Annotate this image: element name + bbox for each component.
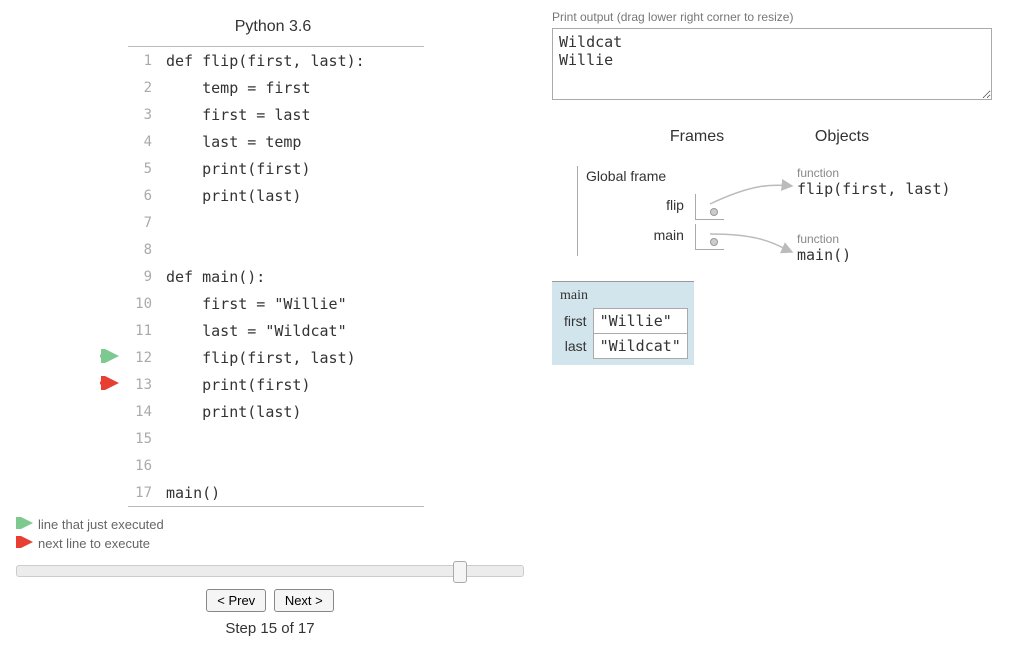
step-label: Step 15 of 17 <box>8 620 532 637</box>
pointer-dot-icon <box>710 208 718 216</box>
code-line: 4 last = temp <box>128 128 424 155</box>
code-line: 5 print(first) <box>128 155 424 182</box>
legend: line that just executed next line to exe… <box>16 517 532 551</box>
code-text: def main(): <box>166 268 265 286</box>
code-text: print(last) <box>166 187 301 205</box>
line-number: 1 <box>128 53 166 69</box>
code-line: 13 print(first) <box>128 371 424 398</box>
step-slider[interactable] <box>16 565 524 577</box>
code-line: 16 <box>128 452 424 479</box>
line-number: 17 <box>128 485 166 501</box>
global-var-main: main <box>586 220 732 250</box>
line-number: 8 <box>128 242 166 258</box>
object-flip: function flip(first, last) <box>797 166 951 198</box>
code-line: 8 <box>128 236 424 263</box>
frames-header: Frames <box>612 128 782 146</box>
code-line: 7 <box>128 209 424 236</box>
object-main: function main() <box>797 232 851 264</box>
code-line: 6 print(last) <box>128 182 424 209</box>
legend-just-label: line that just executed <box>38 517 164 532</box>
code-text: last = temp <box>166 133 301 151</box>
print-output-box[interactable]: Wildcat Willie <box>552 28 992 100</box>
code-line: 2 temp = first <box>128 74 424 101</box>
line-number: 15 <box>128 431 166 447</box>
global-var-flip: flip <box>586 190 732 220</box>
main-var-last: last "Wildcat" <box>558 334 687 359</box>
frames-objects-area: Global frame flip main function flip(fir… <box>552 166 1003 426</box>
output-label: Print output (drag lower right corner to… <box>552 10 1003 24</box>
line-number: 2 <box>128 80 166 96</box>
code-text: print(first) <box>166 376 311 394</box>
next-line-arrow-icon <box>92 376 122 393</box>
line-number: 9 <box>128 269 166 285</box>
slider-thumb[interactable] <box>453 561 467 583</box>
language-header: Python 3.6 <box>128 10 418 46</box>
main-frame: main first "Willie" last "Wildcat" <box>552 281 694 365</box>
code-text: flip(first, last) <box>166 349 356 367</box>
code-line: 14 print(last) <box>128 398 424 425</box>
code-text: main() <box>166 484 220 502</box>
global-frame-title: Global frame <box>586 168 732 184</box>
code-line: 12 flip(first, last) <box>128 344 424 371</box>
pointer-dot-icon <box>710 238 718 246</box>
line-number: 5 <box>128 161 166 177</box>
code-text: first = last <box>166 106 311 124</box>
code-line: 15 <box>128 425 424 452</box>
global-frame: Global frame flip main <box>577 166 732 256</box>
visualization-panel: Print output (drag lower right corner to… <box>540 0 1015 671</box>
just-executed-arrow-icon <box>92 349 122 366</box>
line-number: 14 <box>128 404 166 420</box>
code-line: 9def main(): <box>128 263 424 290</box>
objects-header: Objects <box>782 128 902 146</box>
line-number: 7 <box>128 215 166 231</box>
code-line: 3 first = last <box>128 101 424 128</box>
line-number: 11 <box>128 323 166 339</box>
line-number: 4 <box>128 134 166 150</box>
code-text: first = "Willie" <box>166 295 347 313</box>
main-frame-title: main <box>558 286 688 308</box>
code-text: def flip(first, last): <box>166 52 365 70</box>
next-button[interactable]: Next > <box>274 589 334 612</box>
line-number: 12 <box>128 350 166 366</box>
prev-button[interactable]: < Prev <box>206 589 266 612</box>
line-number: 6 <box>128 188 166 204</box>
next-line-arrow-icon <box>16 536 38 551</box>
code-text: print(first) <box>166 160 311 178</box>
line-number: 3 <box>128 107 166 123</box>
legend-next-label: next line to execute <box>38 536 150 551</box>
main-var-first: first "Willie" <box>558 309 687 334</box>
code-line: 17main() <box>128 479 424 506</box>
code-line: 10 first = "Willie" <box>128 290 424 317</box>
line-number: 13 <box>128 377 166 393</box>
code-line: 11 last = "Wildcat" <box>128 317 424 344</box>
code-line: 1def flip(first, last): <box>128 47 424 74</box>
code-listing: 1def flip(first, last):2 temp = first3 f… <box>128 46 424 507</box>
code-text: print(last) <box>166 403 301 421</box>
code-panel: Python 3.6 1def flip(first, last):2 temp… <box>0 0 540 671</box>
line-number: 10 <box>128 296 166 312</box>
code-text: temp = first <box>166 79 311 97</box>
code-text: last = "Wildcat" <box>166 322 347 340</box>
just-executed-arrow-icon <box>16 517 38 532</box>
line-number: 16 <box>128 458 166 474</box>
